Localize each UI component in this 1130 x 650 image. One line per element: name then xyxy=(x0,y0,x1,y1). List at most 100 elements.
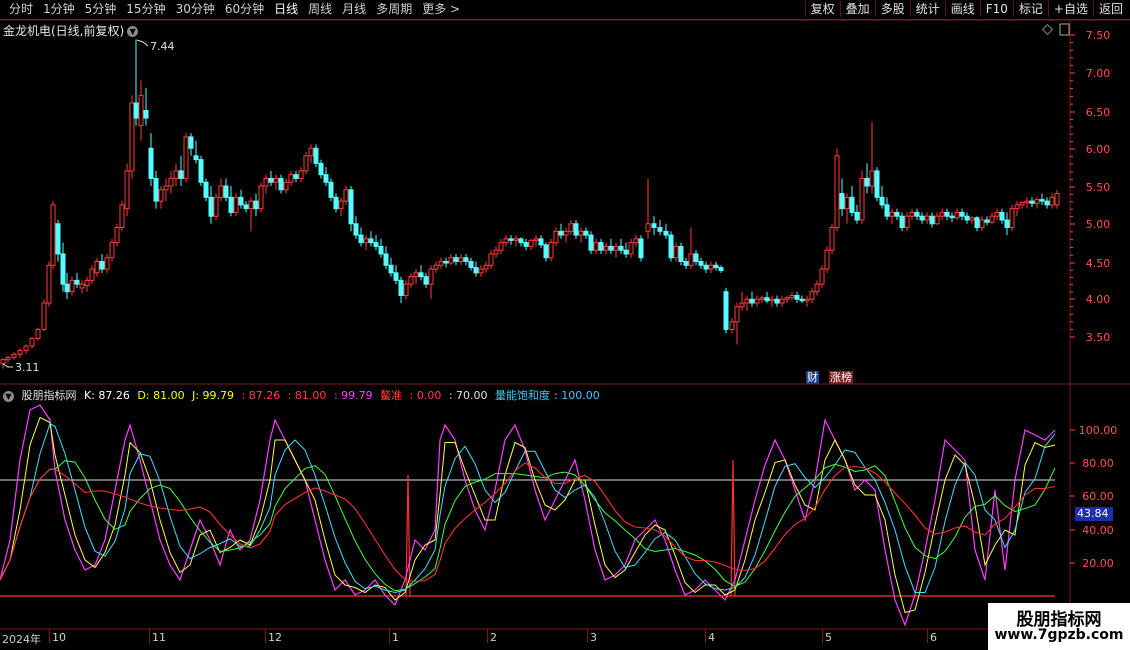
period-tab-7[interactable]: 周线 xyxy=(303,2,337,17)
candle-body xyxy=(478,268,484,274)
toolbar-button-5[interactable]: F10 xyxy=(979,1,1013,17)
sat-label: 量能饱和度 xyxy=(495,389,551,402)
date-axis: 2024年 10 11 12 1 2 3 4 5 6 xyxy=(0,629,990,646)
toolbar-button-0[interactable]: 复权 xyxy=(804,1,840,17)
candle-body xyxy=(243,204,249,210)
candle-body xyxy=(598,242,604,251)
toolbar-button-3[interactable]: 统计 xyxy=(909,1,945,17)
toolbar-button-6[interactable]: 标记 xyxy=(1012,1,1048,17)
candle-body xyxy=(1044,200,1050,206)
candle-body xyxy=(60,253,66,285)
candle-body xyxy=(453,257,459,263)
candle-body xyxy=(129,102,135,172)
toolbar-button-8[interactable]: 返回 xyxy=(1092,1,1128,17)
candle-body xyxy=(683,261,689,266)
indicator-legend: ▼ 股朋指标网 K: 87.26 D: 81.00 J: 99.79 : 87.… xyxy=(3,387,604,403)
candle-body xyxy=(378,245,384,255)
sat-value: : 100.00 xyxy=(554,389,600,402)
candle-body xyxy=(734,306,740,323)
candle-body xyxy=(498,242,504,251)
candle-body xyxy=(0,359,6,364)
candle-body xyxy=(939,211,945,217)
candle-body xyxy=(593,242,599,251)
toolbar-button-1[interactable]: 叠加 xyxy=(839,1,875,17)
candle-body xyxy=(223,185,229,198)
indicator-menu-icon[interactable]: ▼ xyxy=(3,391,14,402)
badge-zhangbang[interactable]: 涨榜 xyxy=(829,371,853,384)
candle-body xyxy=(1054,193,1060,206)
candle-body xyxy=(573,223,579,236)
candle-body xyxy=(678,245,684,262)
candle-body xyxy=(999,211,1005,221)
candle-body xyxy=(363,238,369,244)
low-label: 3.11 xyxy=(15,361,40,374)
candle-body xyxy=(418,272,424,278)
candle-body xyxy=(158,189,164,202)
candle-body xyxy=(1049,196,1055,206)
period-tab-2[interactable]: 5分钟 xyxy=(80,2,122,17)
candle-body xyxy=(84,279,90,287)
candle-body xyxy=(119,204,125,229)
candle-body xyxy=(708,264,714,270)
candle-body xyxy=(503,238,509,244)
candle-body xyxy=(268,177,274,183)
candle-body xyxy=(17,350,23,355)
candle-body xyxy=(789,294,795,299)
period-tab-6[interactable]: 日线 xyxy=(269,2,303,17)
candle-body xyxy=(829,227,835,251)
candle-body xyxy=(29,338,35,347)
candle-body xyxy=(403,283,409,296)
candle-body xyxy=(1014,204,1020,210)
toolbar-button-4[interactable]: 画线 xyxy=(944,1,980,17)
candle-body xyxy=(949,215,955,219)
candle-body xyxy=(94,261,100,274)
candle-body xyxy=(984,219,990,223)
candle-body xyxy=(844,196,850,210)
period-tab-1[interactable]: 1分钟 xyxy=(38,2,80,17)
candle-body xyxy=(894,211,900,217)
candle-body xyxy=(854,211,860,221)
candle-body xyxy=(23,345,29,352)
candle-body xyxy=(1039,199,1045,202)
candle-body xyxy=(55,223,61,255)
period-tab-4[interactable]: 30分钟 xyxy=(171,2,220,17)
date-tick xyxy=(822,629,823,643)
period-tab-10[interactable]: 更多 > xyxy=(417,2,465,17)
candle-body xyxy=(633,238,639,244)
candle-body xyxy=(163,185,169,191)
date-tick xyxy=(49,629,50,643)
candle-body xyxy=(368,238,374,244)
period-tab-9[interactable]: 多周期 xyxy=(371,2,417,17)
period-tab-0[interactable]: 分时 xyxy=(4,2,38,17)
kline-chart[interactable]: 7.50 7.00 6.50 6.00 5.50 5.00 4.50 4.00 3.50 7.44… xyxy=(0,20,1130,650)
candle-body xyxy=(193,155,199,161)
date-label-1: 10 xyxy=(52,631,66,644)
price-axis-label: 6.00 xyxy=(1086,143,1111,156)
candle-body xyxy=(74,279,80,285)
candle-body xyxy=(809,291,815,300)
candle-body xyxy=(739,302,745,308)
candle-body xyxy=(804,298,810,302)
toolbar-button-7[interactable]: +自选 xyxy=(1047,1,1093,17)
j-value: J: 99.79 xyxy=(192,389,235,402)
toolbar-button-2[interactable]: 多股 xyxy=(874,1,910,17)
candle-body xyxy=(518,238,524,244)
date-tick xyxy=(265,629,266,643)
candle-body xyxy=(744,298,750,304)
period-tab-3[interactable]: 15分钟 xyxy=(121,2,170,17)
candle-body xyxy=(568,223,574,232)
candle-body xyxy=(333,196,339,210)
candle-body xyxy=(288,174,294,183)
candle-body xyxy=(799,298,805,302)
period-tab-5[interactable]: 60分钟 xyxy=(220,2,269,17)
candle-body xyxy=(493,249,499,255)
candle-body xyxy=(784,297,790,300)
candle-body xyxy=(50,204,56,266)
ind-axis-label: 40.00 xyxy=(1082,524,1114,537)
period-tab-8[interactable]: 月线 xyxy=(337,2,371,17)
candle-body xyxy=(328,181,334,198)
badge-cai[interactable]: 财 xyxy=(806,371,819,384)
ind-v1: : 87.26 xyxy=(241,389,281,402)
candle-body xyxy=(924,215,930,221)
price-axis-label: 4.50 xyxy=(1086,257,1111,270)
